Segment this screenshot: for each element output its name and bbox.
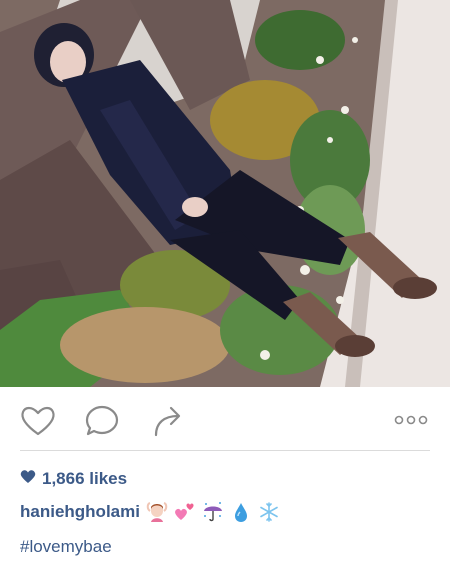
post-photo-image	[0, 0, 450, 387]
username-link[interactable]: haniehgholami	[20, 502, 140, 522]
post-action-bar	[0, 387, 450, 449]
comment-bubble-icon	[83, 403, 123, 439]
share-button[interactable]	[148, 403, 188, 439]
comment-button[interactable]	[83, 403, 123, 439]
share-arrow-icon	[148, 403, 188, 439]
heart-icon	[18, 403, 58, 439]
likes-count: 1,866 likes	[42, 469, 128, 488]
caption: haniehgholami	[20, 499, 280, 525]
like-button[interactable]	[18, 403, 58, 439]
post-photo[interactable]	[0, 0, 450, 387]
divider	[20, 450, 430, 451]
pink-hearts-emoji-icon	[174, 501, 196, 523]
small-heart-icon	[20, 469, 36, 489]
likes-row[interactable]: 1,866 likes	[20, 468, 127, 490]
droplet-emoji-icon	[230, 501, 252, 523]
snowflake-emoji-icon	[258, 501, 280, 523]
more-options-icon	[388, 403, 434, 439]
hashtag-link[interactable]: #lovemybae	[20, 537, 112, 559]
umbrella-rain-emoji-icon	[202, 501, 224, 523]
woman-gesturing-ok-emoji-icon	[146, 501, 168, 523]
more-options-button[interactable]	[388, 403, 434, 439]
